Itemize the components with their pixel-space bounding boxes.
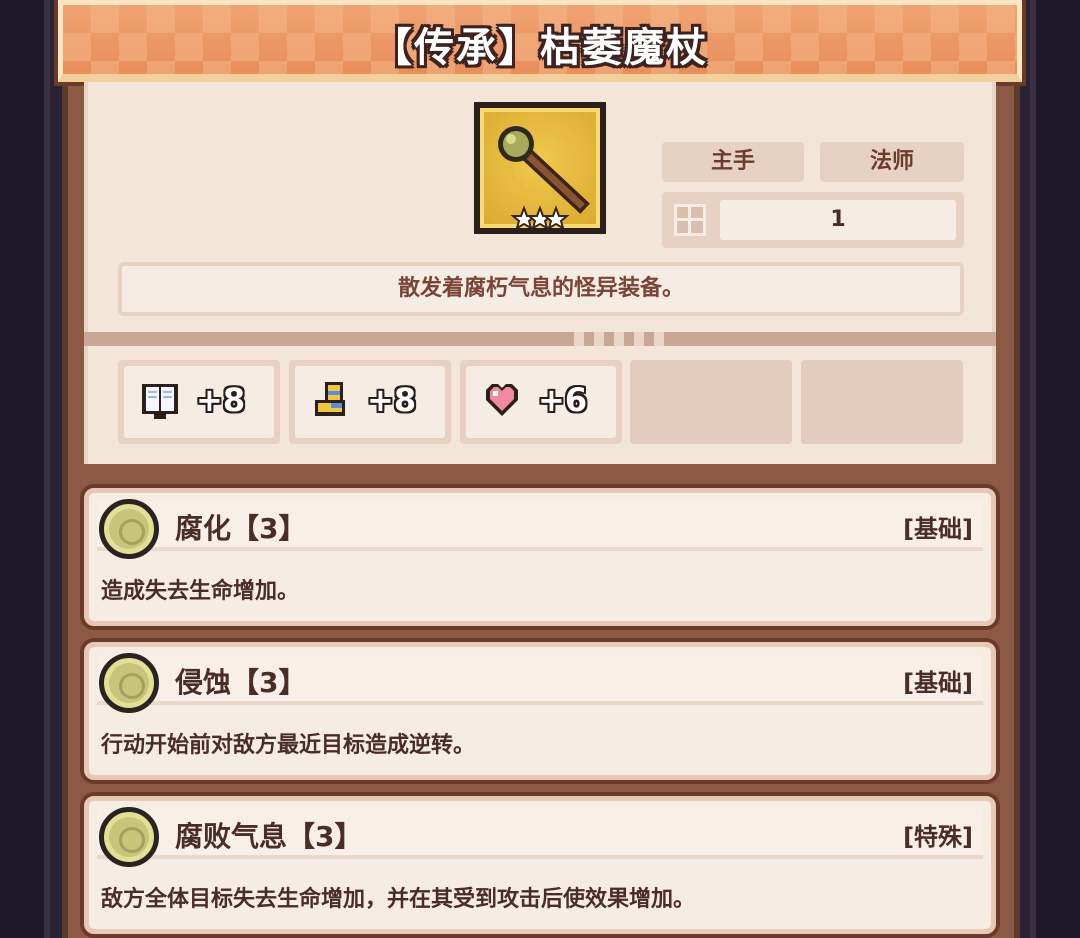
stat-slot-inner (807, 366, 957, 438)
skill-card-2[interactable]: 侵蚀【3】 [基础] 行动开始前对敌方最近目标造成逆转。 (84, 642, 996, 780)
stat-value: +8 (367, 381, 417, 419)
level-box: 1 (662, 192, 964, 248)
boot-icon (315, 382, 345, 416)
skill-description: 造成失去生命增加。 (101, 579, 300, 604)
stat-value: +6 (538, 381, 588, 419)
heart-icon (486, 384, 518, 416)
skill-name: 腐化【3】 (175, 512, 307, 545)
stat-slot-3[interactable]: +6 (460, 360, 622, 444)
stat-slot-inner (636, 366, 786, 438)
stat-slot-empty-1[interactable] (630, 360, 792, 444)
level-value: 1 (720, 200, 956, 240)
class-tag: 法师 (820, 142, 964, 182)
skill-coin-icon (99, 499, 159, 559)
skill-card-3[interactable]: 腐败气息【3】 [特殊] 敌方全体目标失去生命增加，并在其受到攻击后使效果增加。 (84, 796, 996, 934)
title-banner: 【传承】枯萎魔杖 (58, 0, 1022, 82)
skill-name: 侵蚀【3】 (175, 666, 307, 699)
section-divider (84, 332, 996, 346)
stat-value: +8 (196, 381, 246, 419)
skill-coin-icon (99, 653, 159, 713)
skill-description: 行动开始前对敌方最近目标造成逆转。 (101, 733, 476, 758)
skill-card-1[interactable]: 腐化【3】 [基础] 造成失去生命增加。 (84, 488, 996, 626)
wand-icon (498, 126, 590, 228)
spellbook-icon (142, 384, 178, 419)
wand-item-icon[interactable] (474, 102, 606, 234)
stat-slot-2[interactable]: +8 (289, 360, 451, 444)
skill-coin-icon (99, 807, 159, 867)
item-description: 散发着腐朽气息的怪异装备。 (118, 262, 964, 316)
skill-description: 敌方全体目标失去生命增加，并在其受到攻击后使效果增加。 (101, 887, 696, 912)
stat-slot-1[interactable]: +8 (118, 360, 280, 444)
grid-icon (674, 204, 706, 236)
skill-kind: [基础] (903, 669, 973, 697)
skill-kind: [基础] (903, 515, 973, 543)
slot-tag: 主手 (662, 142, 804, 182)
stat-slot-empty-2[interactable] (801, 360, 963, 444)
skill-kind: [特殊] (903, 823, 973, 851)
divider-ornament (574, 332, 674, 346)
skill-name: 腐败气息【3】 (175, 820, 363, 853)
item-title: 【传承】枯萎魔杖 (372, 25, 708, 71)
